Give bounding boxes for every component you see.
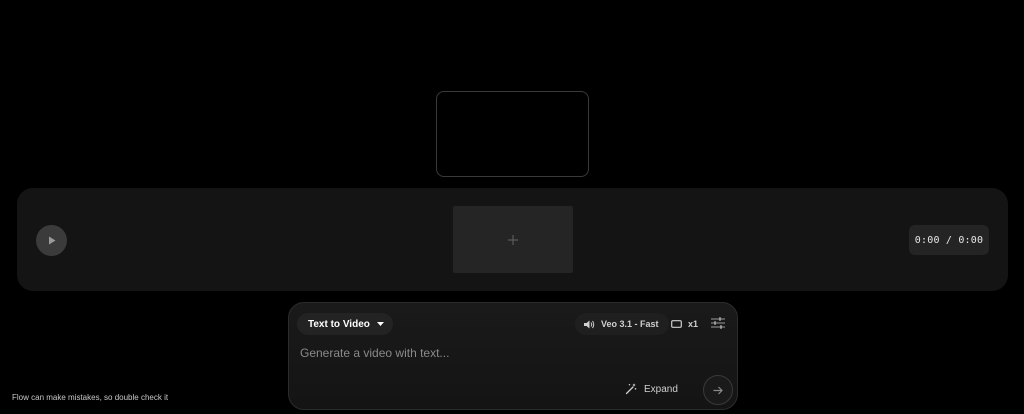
mode-label: Text to Video: [308, 318, 370, 330]
play-icon: [48, 236, 55, 245]
time-readout: 0:00 / 0:00: [909, 225, 989, 255]
caret-down-icon: [376, 322, 384, 326]
magic-wand-icon: [625, 383, 637, 395]
mode-dropdown[interactable]: Text to Video: [297, 313, 393, 335]
sliders-icon: [711, 317, 725, 329]
prompt-input[interactable]: [300, 343, 720, 363]
video-preview-frame: [436, 91, 589, 177]
expand-label: Expand: [644, 383, 678, 395]
output-count-label: x1: [688, 319, 699, 329]
arrow-right-icon: [713, 386, 723, 394]
model-selector[interactable]: Veo 3.1 - Fast: [575, 313, 669, 335]
model-label: Veo 3.1 - Fast: [601, 319, 659, 329]
send-button[interactable]: [703, 375, 733, 405]
flow-editor: 0:00 / 0:00 Text to Video Veo 3.1 - Fast…: [0, 0, 1024, 414]
timeline-panel: 0:00 / 0:00: [17, 188, 1008, 291]
plus-icon: [508, 234, 518, 245]
speaker-icon: [584, 320, 595, 328]
disclaimer-text: Flow can make mistakes, so double check …: [12, 393, 169, 402]
add-clip-button[interactable]: [453, 206, 573, 273]
play-button[interactable]: [36, 225, 67, 256]
settings-button[interactable]: [709, 314, 727, 332]
prompt-card: Text to Video Veo 3.1 - Fast x1 Generate…: [288, 302, 738, 410]
expand-button[interactable]: Expand: [625, 379, 678, 399]
aspect-ratio-icon: [671, 320, 682, 328]
output-settings-chip[interactable]: x1: [667, 313, 702, 335]
